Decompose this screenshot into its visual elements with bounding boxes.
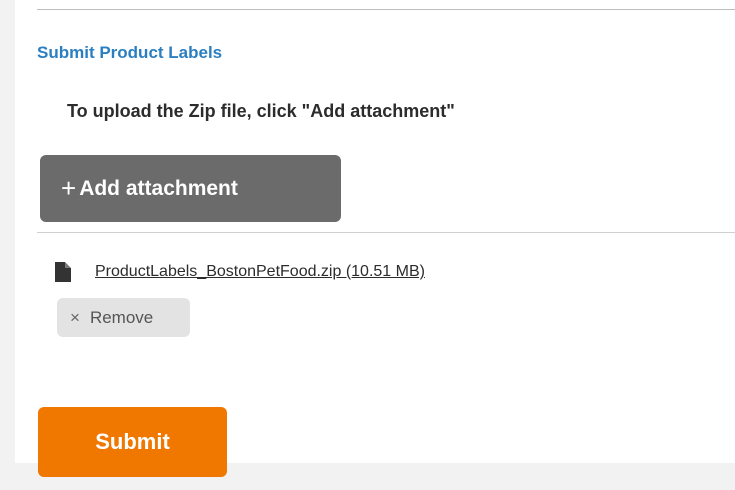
close-icon: × xyxy=(70,307,80,327)
section-divider xyxy=(37,232,735,233)
top-divider xyxy=(37,9,735,10)
remove-label: Remove xyxy=(89,307,154,327)
section-title: Submit Product Labels xyxy=(37,43,223,62)
attachment-file-link[interactable]: ProductLabels_BostonPetFood.zip (10.51 M… xyxy=(95,263,425,281)
submit-button[interactable]: Submit xyxy=(38,407,227,477)
plus-icon: + xyxy=(61,172,77,203)
file-icon xyxy=(55,262,71,282)
attachment-item: ProductLabels_BostonPetFood.zip (10.51 M… xyxy=(55,262,425,282)
add-attachment-button[interactable]: + Add attachment xyxy=(40,155,341,222)
remove-attachment-button[interactable]: × Remove xyxy=(57,298,190,337)
add-attachment-label: Add attachment xyxy=(79,176,238,200)
upload-instruction: To upload the Zip file, click "Add attac… xyxy=(67,101,455,121)
